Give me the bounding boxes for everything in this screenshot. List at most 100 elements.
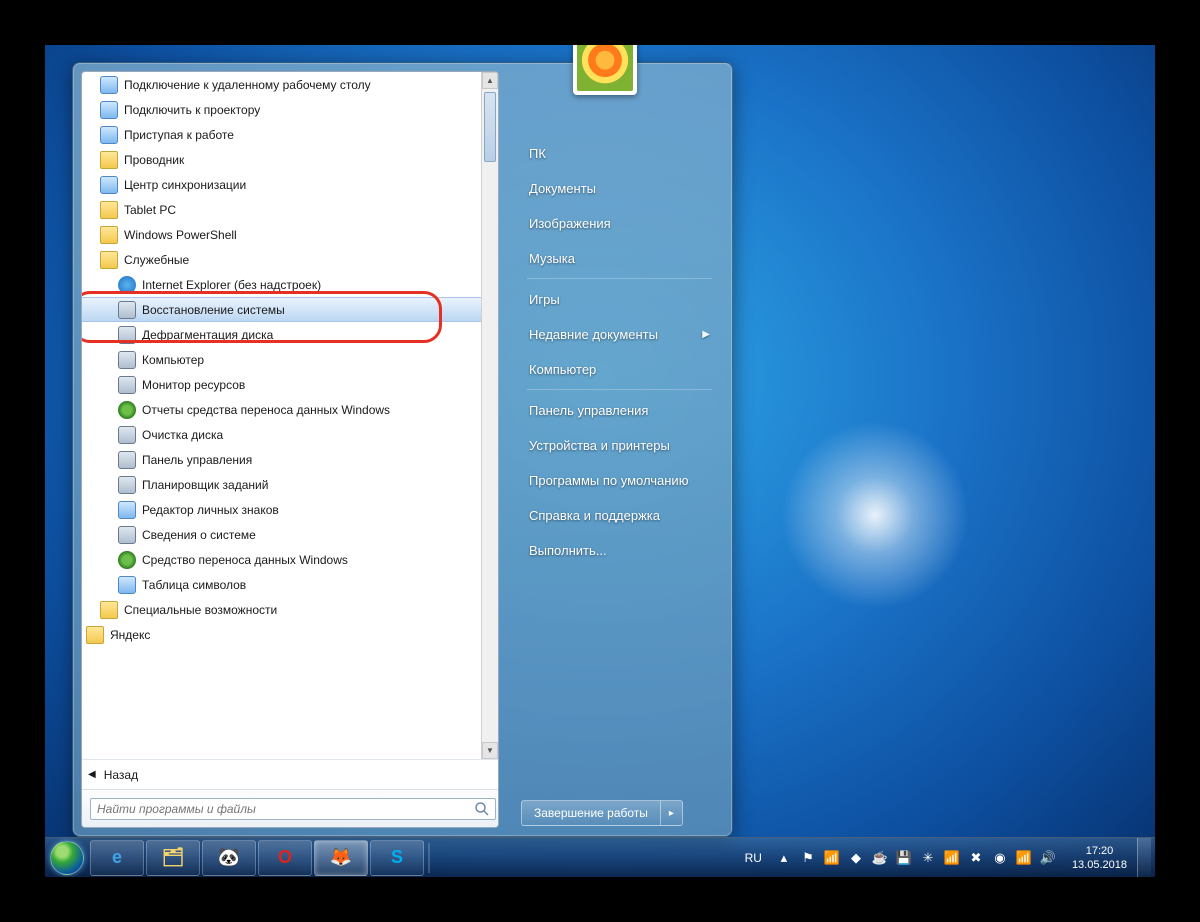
panda-icon: 🐼: [218, 847, 240, 868]
shutdown-split-button[interactable]: Завершение работы ▸: [521, 800, 683, 826]
scrollbar-down-arrow[interactable]: ▼: [482, 742, 498, 759]
places-item[interactable]: Документы: [521, 172, 718, 204]
program-item[interactable]: Дефрагментация диска: [82, 322, 481, 347]
tray-wifi-icon[interactable]: 📶: [1015, 849, 1033, 867]
program-item[interactable]: Панель управления: [82, 447, 481, 472]
program-item-label: Дефрагментация диска: [142, 328, 273, 342]
program-item[interactable]: Сведения о системе: [82, 522, 481, 547]
folder-icon: [86, 626, 104, 644]
firefox-icon: 🦊: [330, 847, 352, 868]
program-item[interactable]: Средство переноса данных Windows: [82, 547, 481, 572]
submenu-arrow-icon: ▶: [702, 329, 710, 340]
programs-scrollbar[interactable]: ▲ ▼: [481, 72, 498, 759]
screen: Подключение к удаленному рабочему столуП…: [0, 0, 1200, 922]
start-button[interactable]: [45, 838, 89, 878]
program-item[interactable]: Windows PowerShell: [82, 222, 481, 247]
system-tray: RU ▴ ⚑ 📶 ◆ ☕ 💾 ✳ 📶 ✖ ◉ 📶 🔊 17:20 13.05.2018: [739, 838, 1155, 878]
tray-network-icon[interactable]: 📶: [823, 849, 841, 867]
language-indicator[interactable]: RU: [739, 848, 768, 868]
program-item[interactable]: Отчеты средства переноса данных Windows: [82, 397, 481, 422]
program-item[interactable]: Планировщик заданий: [82, 472, 481, 497]
clock[interactable]: 17:20 13.05.2018: [1066, 844, 1133, 872]
taskbar-app-firefox[interactable]: 🦊: [314, 840, 368, 876]
desktop[interactable]: Подключение к удаленному рабочему столуП…: [45, 45, 1155, 877]
places-item[interactable]: Музыка: [521, 242, 718, 274]
taskbar-app-explorer[interactable]: 🗂: [146, 840, 200, 876]
shutdown-options-arrow[interactable]: ▸: [661, 800, 683, 826]
tray-floppy-icon[interactable]: 💾: [895, 849, 913, 867]
program-item[interactable]: Очистка диска: [82, 422, 481, 447]
program-item[interactable]: Редактор личных знаков: [82, 497, 481, 522]
program-item-label: Средство переноса данных Windows: [142, 553, 348, 567]
tray-flag-icon[interactable]: ⚑: [799, 849, 817, 867]
shutdown-button[interactable]: Завершение работы: [521, 800, 661, 826]
program-item[interactable]: Подключить к проектору: [82, 97, 481, 122]
tray-orange-icon[interactable]: ◉: [991, 849, 1009, 867]
taskbar-app-ie[interactable]: e: [90, 840, 144, 876]
places-item[interactable]: Игры: [521, 283, 718, 315]
show-desktop-button[interactable]: [1137, 838, 1151, 878]
places-item[interactable]: Изображения: [521, 207, 718, 239]
program-item-label: Таблица символов: [142, 578, 246, 592]
tray-volume-icon[interactable]: 🔊: [1039, 849, 1057, 867]
places-item[interactable]: Справка и поддержка: [521, 499, 718, 531]
taskbar-app-skype[interactable]: S: [370, 840, 424, 876]
tray-mute-icon[interactable]: ✖: [967, 849, 985, 867]
places-item[interactable]: Выполнить...: [521, 534, 718, 566]
scrollbar-thumb[interactable]: [484, 92, 496, 162]
program-item[interactable]: Восстановление системы: [82, 297, 481, 322]
program-item[interactable]: Служебные: [82, 247, 481, 272]
tray-spark-icon[interactable]: ✳: [919, 849, 937, 867]
tray-vidalia-icon[interactable]: ◆: [847, 849, 865, 867]
program-item[interactable]: Яндекс: [82, 622, 481, 647]
places-item[interactable]: Компьютер: [521, 353, 718, 385]
tray-tray-up-icon[interactable]: ▴: [775, 849, 793, 867]
sys-icon: [118, 426, 136, 444]
tray-signal-icon[interactable]: 📶: [943, 849, 961, 867]
taskbar-separator: [428, 843, 430, 873]
app-icon: [100, 101, 118, 119]
app-icon: [118, 501, 136, 519]
program-item[interactable]: Tablet PC: [82, 197, 481, 222]
program-item-label: Панель управления: [142, 453, 252, 467]
app-icon: [118, 576, 136, 594]
tray-java-icon[interactable]: ☕: [871, 849, 889, 867]
program-item[interactable]: Приступая к работе: [82, 122, 481, 147]
app-icon: [100, 126, 118, 144]
program-item-label: Монитор ресурсов: [142, 378, 245, 392]
places-item[interactable]: Программы по умолчанию: [521, 464, 718, 496]
sys-icon: [118, 326, 136, 344]
ie-icon: [118, 276, 136, 294]
program-item[interactable]: Проводник: [82, 147, 481, 172]
places-item[interactable]: Устройства и принтеры: [521, 429, 718, 461]
back-button[interactable]: ◀ Назад: [82, 759, 498, 789]
sys-icon: [118, 526, 136, 544]
windows-orb-icon: [50, 841, 84, 875]
start-menu-programs-panel: Подключение к удаленному рабочему столуП…: [81, 71, 499, 828]
places-item[interactable]: Недавние документы ▶: [521, 318, 718, 350]
program-item[interactable]: Подключение к удаленному рабочему столу: [82, 72, 481, 97]
program-item-label: Проводник: [124, 153, 184, 167]
program-item[interactable]: Компьютер: [82, 347, 481, 372]
taskbar-app-panda[interactable]: 🐼: [202, 840, 256, 876]
program-item[interactable]: Internet Explorer (без надстроек): [82, 272, 481, 297]
program-item[interactable]: Монитор ресурсов: [82, 372, 481, 397]
taskbar-app-opera[interactable]: O: [258, 840, 312, 876]
sys-icon: [118, 476, 136, 494]
places-item-label: Справка и поддержка: [529, 508, 660, 523]
program-item[interactable]: Таблица символов: [82, 572, 481, 597]
scrollbar-up-arrow[interactable]: ▲: [482, 72, 498, 89]
program-item[interactable]: Специальные возможности: [82, 597, 481, 622]
places-item-label: Документы: [529, 181, 596, 196]
folder-icon: [100, 151, 118, 169]
places-item-label: Недавние документы: [529, 327, 658, 342]
places-item[interactable]: ПК: [521, 137, 718, 169]
program-item-label: Специальные возможности: [124, 603, 277, 617]
sys-icon: [118, 451, 136, 469]
sys-icon: [118, 301, 136, 319]
program-item[interactable]: Центр синхронизации: [82, 172, 481, 197]
program-item-label: Редактор личных знаков: [142, 503, 279, 517]
clock-time: 17:20: [1072, 844, 1127, 858]
places-item[interactable]: Панель управления: [521, 394, 718, 426]
search-input[interactable]: [90, 798, 496, 820]
